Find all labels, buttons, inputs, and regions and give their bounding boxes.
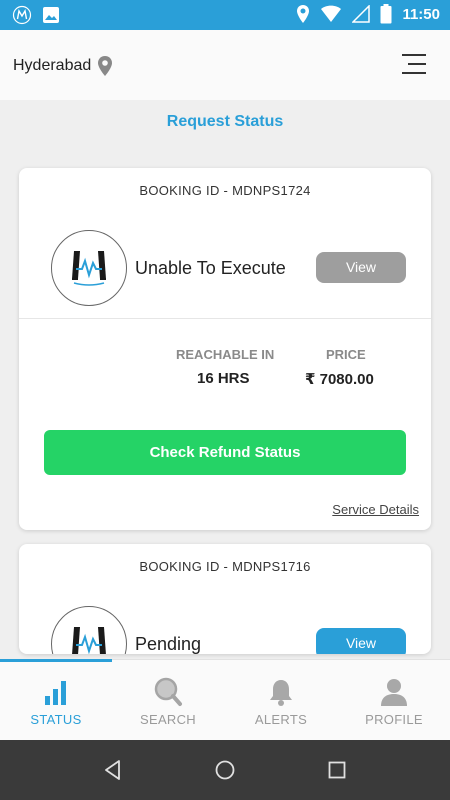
reachable-value: 16 HRS (197, 370, 250, 387)
city-selector[interactable]: Hyderabad (13, 55, 113, 77)
check-refund-status-button[interactable]: Check Refund Status (44, 430, 406, 475)
booking-card: BOOKING ID - MDNPS1716 Pending View (19, 544, 431, 654)
recents-icon[interactable] (325, 758, 349, 782)
system-navigation-bar (0, 740, 450, 800)
view-button[interactable]: View (316, 252, 406, 283)
app-logo-icon (12, 5, 32, 25)
booking-card: BOOKING ID - MDNPS1724 Unable To Execute… (19, 168, 431, 530)
booking-id: BOOKING ID - MDNPS1716 (139, 559, 311, 574)
back-icon[interactable] (101, 758, 125, 782)
app-header: Hyderabad (0, 30, 450, 100)
booking-id: BOOKING ID - MDNPS1724 (139, 183, 311, 198)
bottom-navigation: STATUS SEARCH ALERTS PROFILE (0, 659, 450, 740)
divider (19, 318, 431, 319)
bell-icon (270, 680, 292, 706)
booking-status: Pending (135, 634, 202, 654)
booking-status: Unable To Execute (135, 258, 286, 278)
signal-icon (352, 5, 371, 23)
search-icon (154, 677, 182, 706)
home-icon[interactable] (213, 758, 237, 782)
nav-label: PROFILE (365, 712, 423, 727)
city-name: Hyderabad (13, 57, 92, 74)
nav-label: STATUS (30, 712, 82, 727)
nav-search[interactable]: SEARCH (112, 660, 224, 741)
view-button[interactable]: View (316, 628, 406, 654)
location-icon (297, 5, 310, 23)
menu-icon[interactable] (402, 54, 428, 76)
clock: 11:50 (402, 5, 440, 23)
page-title: Request Status (166, 113, 284, 130)
bar-chart-icon (45, 681, 66, 705)
provider-logo (51, 606, 127, 654)
nav-alerts[interactable]: ALERTS (225, 660, 337, 741)
reachable-label: REACHABLE IN (176, 347, 275, 362)
wifi-icon (321, 5, 342, 22)
nav-status[interactable]: STATUS (0, 660, 112, 741)
service-details-link[interactable]: Service Details (332, 502, 419, 517)
image-icon (43, 7, 59, 23)
battery-icon (380, 4, 392, 24)
nav-label: ALERTS (254, 712, 308, 727)
nav-profile[interactable]: PROFILE (338, 660, 450, 741)
user-icon (381, 679, 407, 706)
price-value: ₹ 7080.00 (305, 371, 374, 388)
location-pin-icon (98, 56, 113, 76)
nav-label: SEARCH (140, 712, 196, 727)
price-label: PRICE (326, 347, 366, 362)
status-bar: 11:50 (0, 0, 450, 30)
provider-logo (51, 230, 127, 306)
